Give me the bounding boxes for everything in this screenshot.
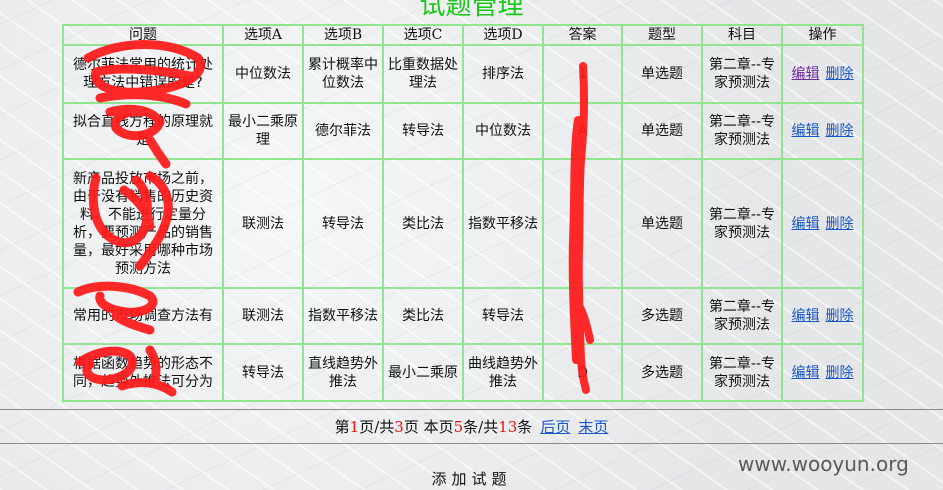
answer-cell: 1: [542, 44, 623, 104]
actions-cell: 编辑 删除: [781, 287, 864, 345]
option-d-cell: 转导法: [462, 287, 544, 345]
edit-link[interactable]: 编辑: [792, 216, 820, 232]
actions-cell: 编辑 删除: [781, 102, 864, 160]
delete-link[interactable]: 删除: [826, 123, 854, 139]
pager-text: 条: [517, 418, 533, 436]
edit-link[interactable]: 编辑: [792, 123, 820, 139]
subject-cell: 第二章--专家预测法: [701, 287, 783, 345]
type-cell: 多选题: [621, 343, 703, 402]
table-row: 根据函数趋势的形态不同，趋势外推法可分为 转导法 直线趋势外推法 最小二乘原 曲…: [62, 343, 864, 402]
question-cell: 拟合直线方程的原理就是: [62, 102, 224, 160]
edit-link[interactable]: 编辑: [792, 66, 820, 82]
divider: [0, 409, 943, 410]
subject-cell: 第二章--专家预测法: [701, 158, 783, 289]
pager-text: 条/共: [463, 418, 499, 436]
pagination: 第1页/共3页 本页5条/共13条 后页 末页: [0, 416, 943, 437]
actions-cell: 编辑 删除: [781, 158, 864, 289]
table-header-row: 问题 选项A 选项B 选项C 选项D 答案 题型 科目 操作: [62, 24, 864, 46]
delete-link[interactable]: 删除: [826, 66, 854, 82]
table-row: 德尔菲法常用的统计处理方法中错误的是? 中位数法 累计概率中位数法 比重数据处理…: [62, 44, 864, 104]
option-c-cell: 比重数据处理法: [382, 44, 464, 104]
delete-link[interactable]: 删除: [826, 308, 854, 324]
questions-table: 问题 选项A 选项B 选项C 选项D 答案 题型 科目 操作 德尔菲法常用的统计…: [62, 24, 864, 402]
answer-cell: [542, 287, 623, 345]
option-b-cell: 转导法: [302, 158, 384, 289]
last-page-link[interactable]: 末页: [578, 418, 608, 436]
question-cell: 德尔菲法常用的统计处理方法中错误的是?: [62, 44, 224, 104]
table-row: 新产品投放市场之前，由于没有销售的历史资料，不能进行定量分析，要预测产品的销售量…: [62, 158, 864, 289]
option-c-cell: 转导法: [382, 102, 464, 160]
divider: [0, 443, 943, 444]
type-cell: 单选题: [621, 44, 703, 104]
edit-link[interactable]: 编辑: [792, 308, 820, 324]
answer-cell: [542, 158, 623, 289]
answer-cell: D: [542, 343, 623, 402]
option-d-cell: 曲线趋势外推法: [462, 343, 544, 402]
subject-cell: 第二章--专家预测法: [701, 102, 783, 160]
total-item-count: 13: [498, 418, 518, 436]
question-cell: 新产品投放市场之前，由于没有销售的历史资料，不能进行定量分析，要预测产品的销售量…: [62, 158, 224, 289]
header-answer: 答案: [542, 24, 623, 46]
next-page-link[interactable]: 后页: [540, 418, 570, 436]
option-d-cell: 排序法: [462, 44, 544, 104]
table-row: 常用的市场调查方法有 联测法 指数平移法 类比法 转导法 多选题 第二章--专家…: [62, 287, 864, 345]
header-question: 问题: [62, 24, 224, 46]
option-b-cell: 直线趋势外推法: [302, 343, 384, 402]
header-option-d: 选项D: [462, 24, 544, 46]
option-d-cell: 指数平移法: [462, 158, 544, 289]
option-b-cell: 指数平移法: [302, 287, 384, 345]
actions-cell: 编辑 删除: [781, 44, 864, 104]
option-c-cell: 类比法: [382, 287, 464, 345]
question-cell: 常用的市场调查方法有: [62, 287, 224, 345]
header-option-a: 选项A: [222, 24, 304, 46]
pager-text: 第: [334, 418, 350, 436]
option-a-cell: 最小二乘原理: [222, 102, 304, 160]
delete-link[interactable]: 删除: [826, 365, 854, 381]
watermark: www.wooyun.org: [738, 452, 909, 476]
option-c-cell: 最小二乘原: [382, 343, 464, 402]
header-subject: 科目: [701, 24, 783, 46]
actions-cell: 编辑 删除: [781, 343, 864, 402]
answer-cell: A: [542, 102, 623, 160]
pager-text: 页 本页: [403, 418, 454, 436]
delete-link[interactable]: 删除: [826, 216, 854, 232]
table-row: 拟合直线方程的原理就是 最小二乘原理 德尔菲法 转导法 中位数法 A 单选题 第…: [62, 102, 864, 160]
page-item-count: 5: [453, 418, 464, 436]
current-page-number: 1: [349, 418, 360, 436]
pager-text: 页/共: [359, 418, 395, 436]
option-a-cell: 转导法: [222, 343, 304, 402]
header-actions: 操作: [781, 24, 864, 46]
edit-link[interactable]: 编辑: [792, 365, 820, 381]
option-b-cell: 累计概率中位数法: [302, 44, 384, 104]
option-c-cell: 类比法: [382, 158, 464, 289]
page-title: 试题管理: [419, 0, 524, 21]
option-d-cell: 中位数法: [462, 102, 544, 160]
option-b-cell: 德尔菲法: [302, 102, 384, 160]
header-option-b: 选项B: [302, 24, 384, 46]
total-pages-number: 3: [394, 418, 404, 436]
type-cell: 单选题: [621, 102, 703, 160]
header-type: 题型: [621, 24, 703, 46]
type-cell: 多选题: [621, 287, 703, 345]
question-cell: 根据函数趋势的形态不同，趋势外推法可分为: [62, 343, 224, 402]
option-a-cell: 中位数法: [222, 44, 304, 104]
subject-cell: 第二章--专家预测法: [701, 44, 783, 104]
subject-cell: 第二章--专家预测法: [701, 343, 783, 402]
option-a-cell: 联测法: [222, 287, 304, 345]
header-option-c: 选项C: [382, 24, 464, 46]
option-a-cell: 联测法: [222, 158, 304, 289]
type-cell: 单选题: [621, 158, 703, 289]
